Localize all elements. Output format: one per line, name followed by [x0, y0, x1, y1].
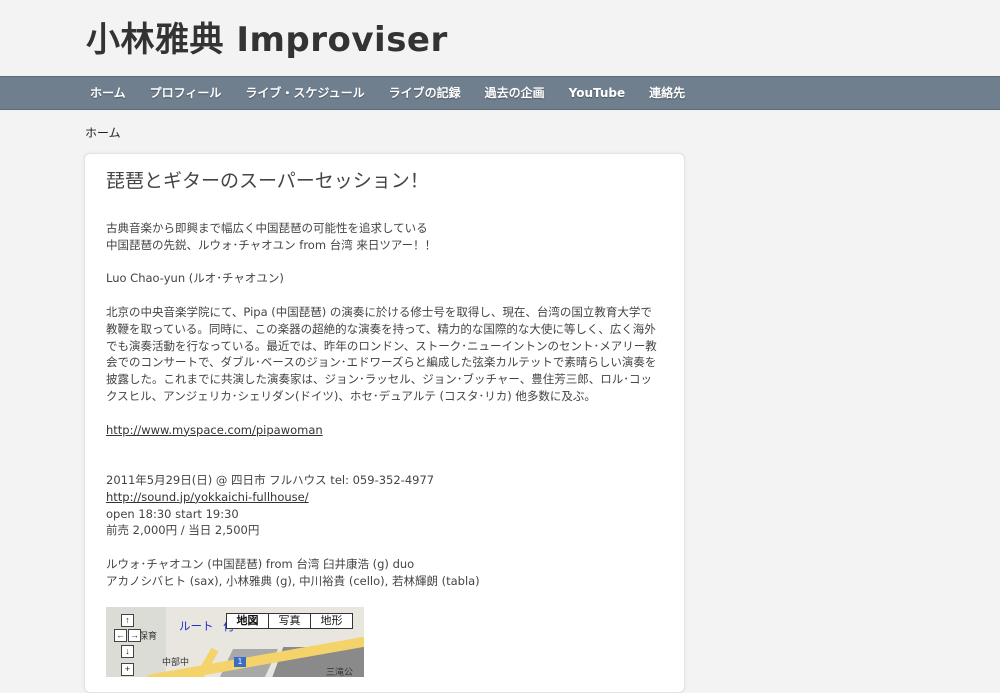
nav-list: ホーム プロフィール ライブ・スケジュール ライブの記録 過去の企画 YouTu… [78, 77, 697, 109]
lineup-line-1: ルウォ･チャオユン (中国琵琶) from 台湾 臼井康浩 (g) duo [106, 556, 415, 571]
pan-up-icon[interactable]: ↑ [121, 614, 134, 627]
nav-item-live-records[interactable]: ライブの記録 [377, 77, 473, 109]
ticket-price: 前売 2,000円 / 当日 2,500円 [106, 523, 260, 538]
map-type-terrain-button[interactable]: 地形 [310, 613, 353, 629]
map-label: 中部中 [162, 657, 190, 667]
artist-name: Luo Chao-yun (ルオ･チャオユン) [106, 271, 284, 286]
post-title: 琵琶とギターのスーパーセッション！ [106, 170, 429, 192]
post-body: 古典音楽から即興まで幅広く中国琵琶の可能性を追求している 中国琵琶の先鋭、ルウォ… [106, 220, 662, 606]
zoom-in-icon[interactable]: + [121, 663, 134, 676]
lineup-line-2: アカノシバヒト (sax), 小林雅典 (g), 中川裕貴 (cello), 若… [106, 573, 480, 588]
embedded-map[interactable]: 1 保育 中部中 三滝公 ルート 付 ↑ ← → ↓ + 地図 写真 地形 [106, 607, 364, 677]
intro-line-2: 中国琵琶の先鋭、ルウォ･チャオユン from 台湾 来日ツアー！！ [106, 237, 437, 252]
nav-item-profile[interactable]: プロフィール [138, 77, 234, 109]
lineup: ルウォ･チャオユン (中国琵琶) from 台湾 臼井康浩 (g) duo アカ… [106, 556, 662, 590]
nav-item-youtube[interactable]: YouTube [557, 77, 638, 109]
nav-item-contact[interactable]: 連絡先 [637, 77, 697, 109]
myspace-paragraph: http://www.myspace.com/pipawoman [106, 422, 662, 439]
breadcrumb[interactable]: ホーム [85, 124, 121, 141]
nav-item-past-projects[interactable]: 過去の企画 [473, 77, 557, 109]
map-type-map-button[interactable]: 地図 [226, 613, 269, 629]
pan-down-icon[interactable]: ↓ [121, 645, 134, 658]
site-header: 小林雅典 Improviser [0, 0, 1000, 76]
artist-bio: 北京の中央音楽学院にて、Pipa (中国琵琶) の演奏に於ける修士号を取得し、現… [106, 304, 657, 403]
nav-item-home[interactable]: ホーム [78, 77, 138, 109]
open-time: open 18:30 start 19:30 [106, 506, 239, 521]
route-number-icon: 1 [234, 657, 246, 667]
site-title[interactable]: 小林雅典 Improviser [86, 12, 448, 61]
intro-paragraph: 古典音楽から即興まで幅広く中国琵琶の可能性を追求している 中国琵琶の先鋭、ルウォ… [106, 220, 662, 254]
pan-left-icon[interactable]: ← [114, 629, 127, 642]
event-info: 2011年5月29日(日) @ 四日市 フルハウス tel: 059-352-4… [106, 472, 662, 539]
map-type-photo-button[interactable]: 写真 [268, 613, 311, 629]
map-area-left [106, 607, 166, 677]
pan-right-icon[interactable]: → [128, 629, 141, 642]
map-type-switcher: 地図 写真 地形 [226, 613, 353, 629]
intro-line-1: 古典音楽から即興まで幅広く中国琵琶の可能性を追求している [106, 221, 428, 235]
main-nav: ホーム プロフィール ライブ・スケジュール ライブの記録 過去の企画 YouTu… [0, 76, 1000, 110]
venue-link[interactable]: http://sound.jp/yokkaichi-fullhouse/ [106, 490, 309, 504]
map-label: 保育 [139, 631, 158, 641]
map-label: 三滝公 [326, 667, 354, 677]
event-date: 2011年5月29日(日) @ 四日市 フルハウス tel: 059-352-4… [106, 472, 435, 487]
nav-item-live-schedule[interactable]: ライブ・スケジュール [233, 77, 376, 109]
post-card: 琵琶とギターのスーパーセッション！ 古典音楽から即興まで幅広く中国琵琶の可能性を… [84, 153, 685, 693]
myspace-link[interactable]: http://www.myspace.com/pipawoman [106, 423, 323, 437]
